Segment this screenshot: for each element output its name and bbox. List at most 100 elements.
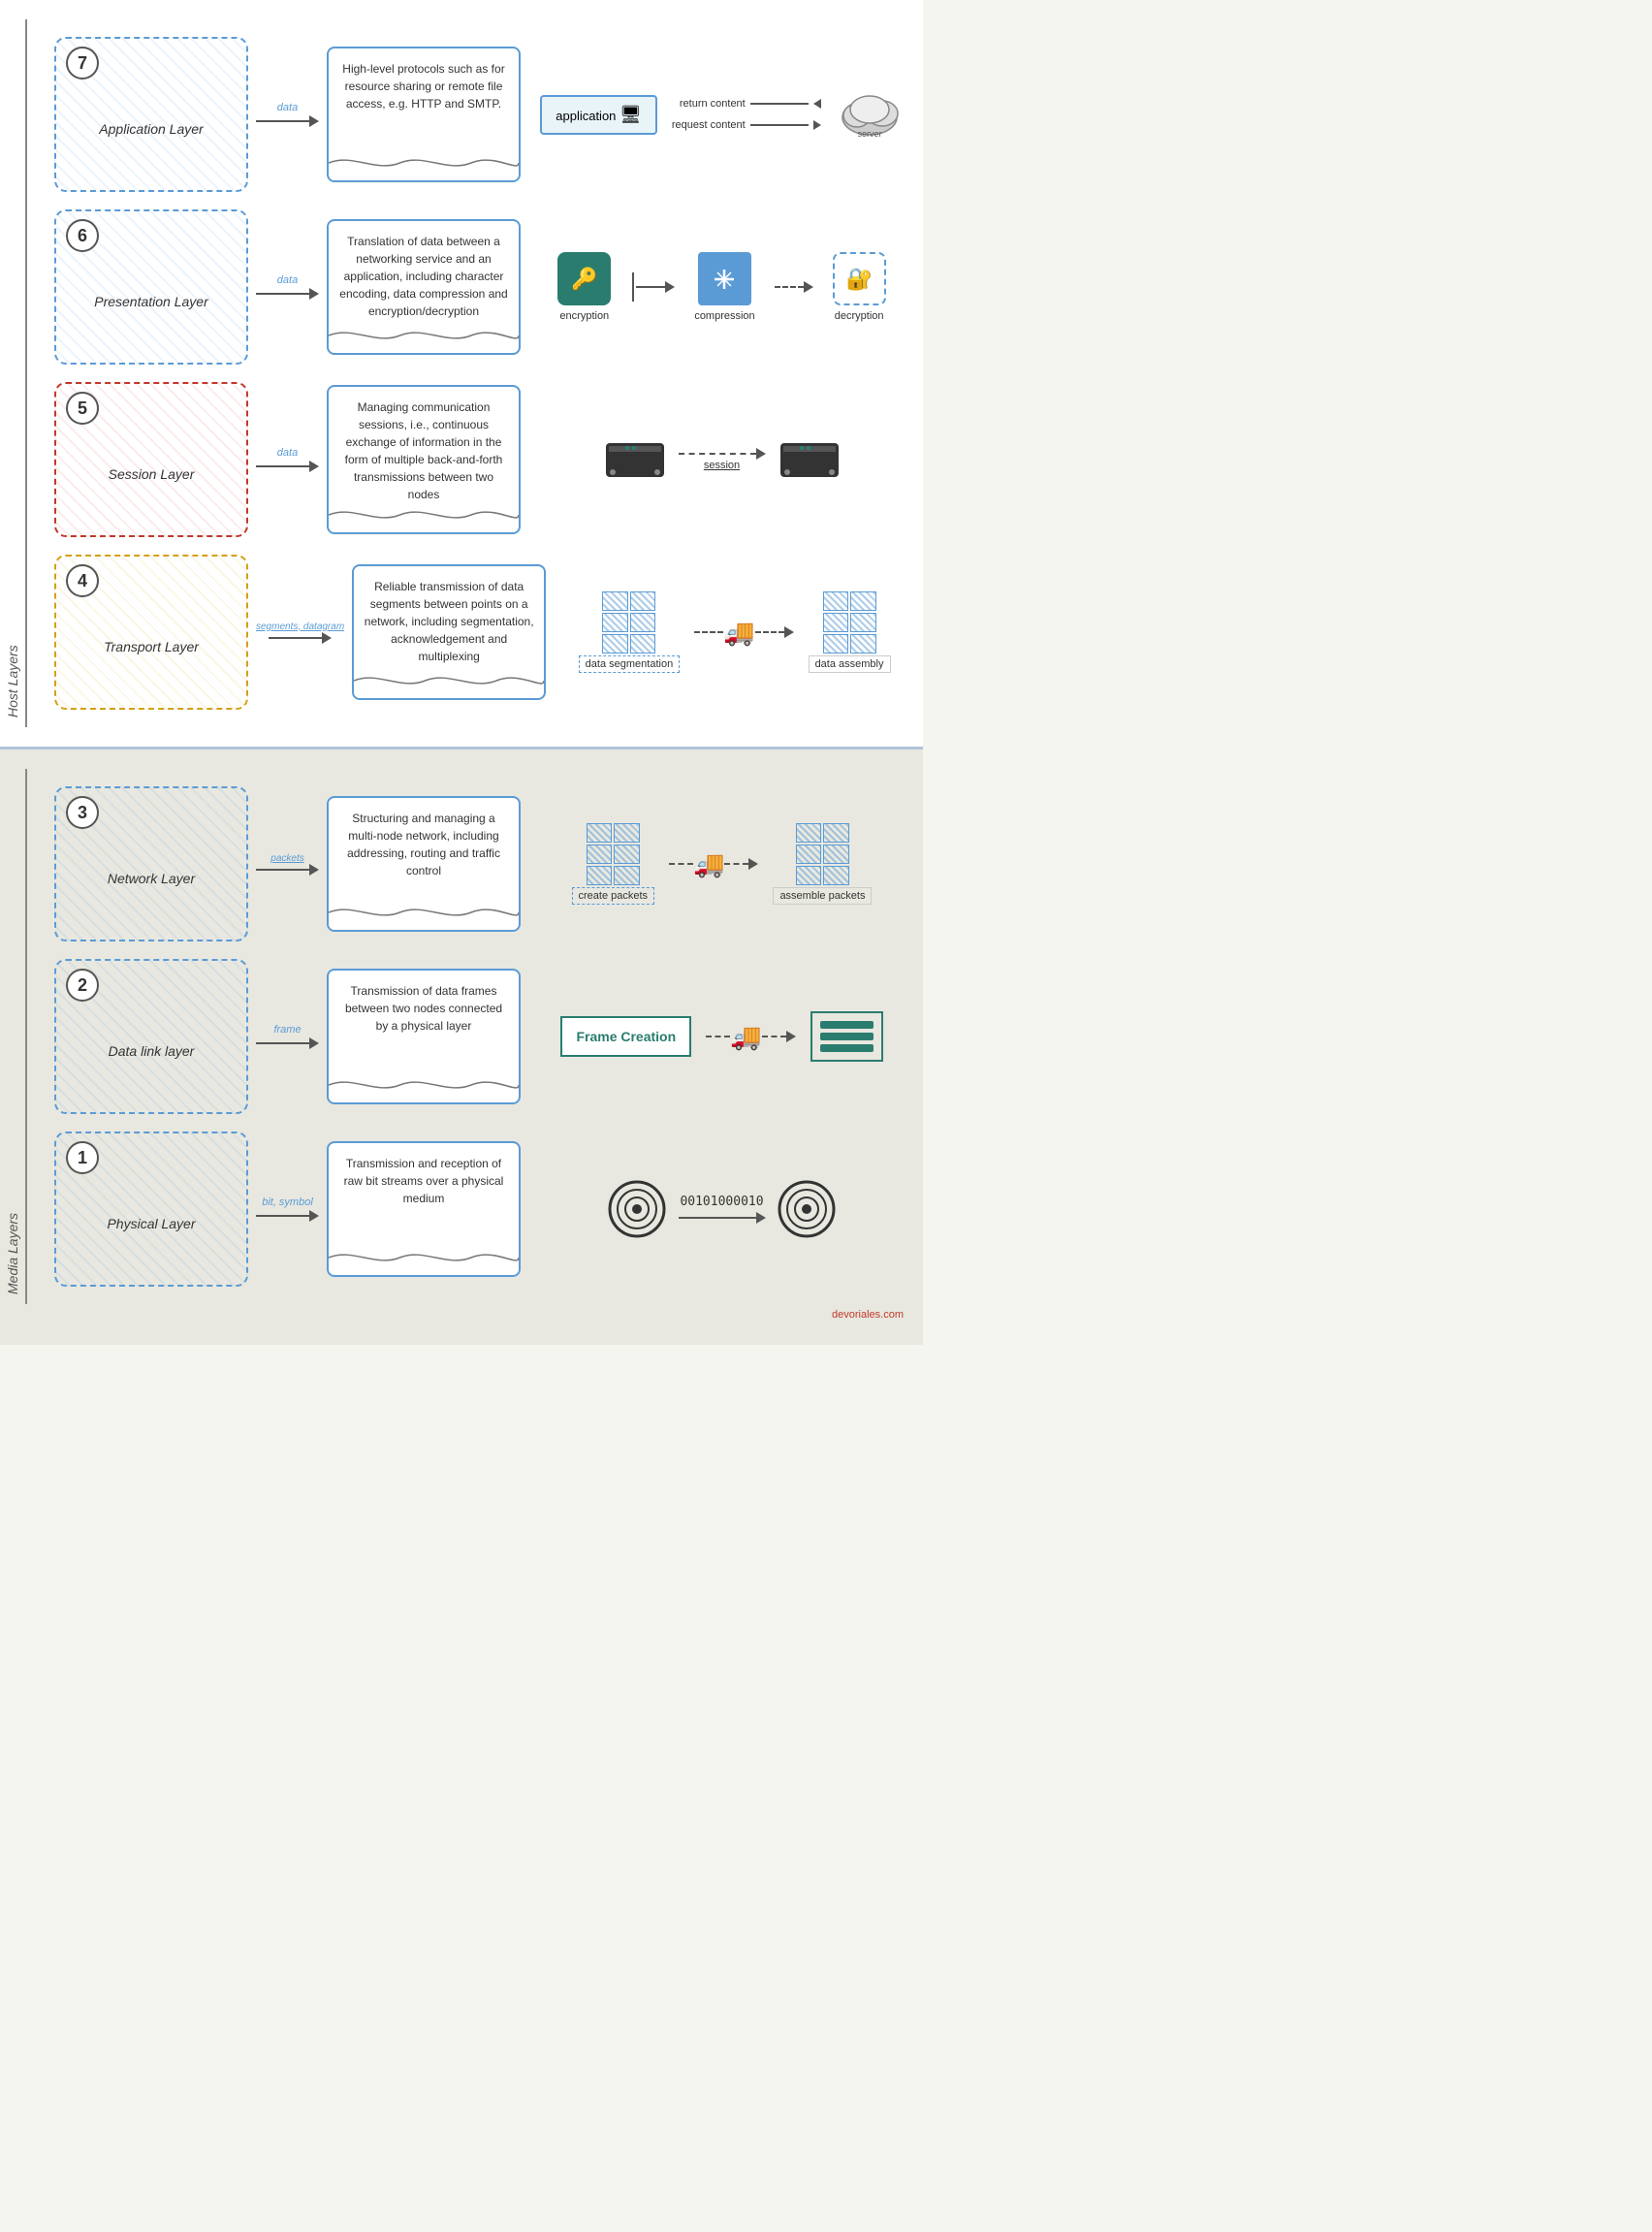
session-dashed-line bbox=[679, 453, 756, 455]
transport-arrowhead bbox=[784, 626, 794, 638]
packet-left: create packets bbox=[572, 823, 655, 905]
layer-4-arrowhead bbox=[322, 632, 332, 644]
net-dashed-2 bbox=[724, 863, 748, 865]
return-arrowhead bbox=[813, 99, 821, 109]
request-arrowhead bbox=[813, 120, 821, 130]
layer-5-name: Session Layer bbox=[109, 466, 195, 482]
physical-arrow-line bbox=[679, 1212, 766, 1224]
layer-7-box: 7 Application Layer bbox=[54, 37, 248, 192]
segment-left: data segmentation bbox=[579, 591, 681, 673]
decrypt-icon: 🔐 bbox=[833, 252, 886, 305]
layer-2-h-line bbox=[256, 1042, 309, 1044]
layer-1-diagram: 00101000010 bbox=[540, 1178, 904, 1241]
layer-1-name: Physical Layer bbox=[107, 1216, 195, 1231]
compress-icon bbox=[698, 252, 751, 305]
layer-1-num: 1 bbox=[66, 1141, 99, 1174]
layer-7-arrow: data bbox=[256, 102, 319, 127]
layer-3-desc: Structuring and managing a multi-node ne… bbox=[327, 796, 521, 932]
layer-6-num: 6 bbox=[66, 219, 99, 252]
physical-line bbox=[679, 1217, 756, 1219]
layer-4-name: Transport Layer bbox=[104, 639, 199, 654]
network-arrow: 🚚 bbox=[669, 849, 758, 879]
coil-right-icon bbox=[776, 1178, 839, 1241]
seg-label-left: data segmentation bbox=[579, 655, 681, 673]
pkt-block bbox=[587, 866, 613, 885]
server-cloud-icon: server bbox=[836, 88, 904, 142]
pkt-block bbox=[614, 823, 640, 843]
layer-2-diagram: Frame Creation 🚚 bbox=[540, 1011, 904, 1062]
return-line bbox=[750, 103, 809, 105]
layer-2-name: Data link layer bbox=[109, 1043, 195, 1059]
layer-2-desc: Transmission of data frames between two … bbox=[327, 969, 521, 1104]
layer-1-arrow: bit, symbol bbox=[256, 1196, 319, 1222]
dl-dashed-2 bbox=[762, 1036, 786, 1037]
pkt-label-left: create packets bbox=[572, 887, 655, 905]
layer-6-name: Presentation Layer bbox=[94, 294, 208, 309]
layer-3-arrow-line bbox=[256, 864, 319, 876]
transport-dashed-2 bbox=[755, 631, 784, 633]
seg-block bbox=[630, 634, 656, 654]
layer-7-num: 7 bbox=[66, 47, 99, 80]
layer-5-desc: Managing communication sessions, i.e., c… bbox=[327, 385, 521, 534]
top-section: Host Layers 7 Application Layer data Hig… bbox=[0, 0, 923, 749]
request-arrow: request content bbox=[672, 119, 821, 131]
layer-7-desc: High-level protocols such as for resourc… bbox=[327, 47, 521, 182]
session-server-right bbox=[776, 438, 843, 482]
pkt-label-right: assemble packets bbox=[773, 887, 872, 905]
layer-2-num: 2 bbox=[66, 969, 99, 1002]
return-arrow: return content bbox=[672, 98, 821, 110]
layer-5-box: 5 Session Layer bbox=[54, 382, 248, 537]
transport-arrow-line: 🚚 bbox=[694, 618, 793, 648]
layer-7-row: 7 Application Layer data High-level prot… bbox=[35, 37, 923, 192]
layer-4-arrow: segments, datagram bbox=[256, 622, 344, 644]
datalink-diagram: Frame Creation 🚚 bbox=[560, 1011, 882, 1062]
layer-3-box: 3 Network Layer bbox=[54, 786, 248, 941]
layer-5-row: 5 Session Layer data Managing communicat… bbox=[35, 382, 923, 537]
layer-4-data-label: segments, datagram bbox=[256, 622, 344, 632]
layer-6-diagram: 🔑 encryption bbox=[540, 252, 904, 322]
layer-6-desc: Translation of data between a networking… bbox=[327, 219, 521, 355]
layer-5-arrow: data bbox=[256, 447, 319, 472]
pres-arrowhead-2 bbox=[804, 281, 813, 293]
credit-text: devoriales.com bbox=[0, 1304, 923, 1325]
encrypt-label: encryption bbox=[559, 310, 609, 322]
bottom-section: Media Layers 3 Network Layer packets Str… bbox=[0, 749, 923, 1345]
session-arrowhead bbox=[756, 448, 766, 460]
segment-grid-right bbox=[823, 591, 876, 654]
layer-1-h-line bbox=[256, 1215, 309, 1217]
media-rows-content: 3 Network Layer packets Structuring and … bbox=[35, 769, 923, 1304]
pkt-block bbox=[796, 823, 822, 843]
layer-7-arrow-line bbox=[256, 115, 319, 127]
bit-stream-label: 00101000010 bbox=[680, 1195, 763, 1209]
pkt-block bbox=[614, 845, 640, 864]
seg-block bbox=[823, 591, 849, 611]
return-label: return content bbox=[680, 98, 746, 110]
layer-4-box: 4 Transport Layer bbox=[54, 555, 248, 710]
layer-1-row: 1 Physical Layer bit, symbol Transmissio… bbox=[35, 1132, 923, 1287]
layer-1-box: 1 Physical Layer bbox=[54, 1132, 248, 1287]
transport-diagram: data segmentation 🚚 bbox=[579, 591, 891, 673]
packet-right: assemble packets bbox=[773, 823, 872, 905]
layer-4-h-line bbox=[269, 637, 322, 639]
seg-block bbox=[823, 613, 849, 632]
pkt-block bbox=[796, 845, 822, 864]
host-layers-label: Host Layers bbox=[0, 19, 27, 727]
pkt-block bbox=[796, 866, 822, 885]
pkt-block bbox=[587, 845, 613, 864]
transport-arrow: 🚚 bbox=[694, 618, 793, 648]
layer-4-desc: Reliable transmission of data segments b… bbox=[352, 564, 546, 700]
host-rows-content: 7 Application Layer data High-level prot… bbox=[35, 19, 923, 727]
stack-line-3 bbox=[820, 1044, 874, 1052]
host-layers-group: Host Layers 7 Application Layer data Hig… bbox=[0, 19, 923, 727]
layer-1-arrow-line bbox=[256, 1210, 319, 1222]
transport-dashed-1 bbox=[694, 631, 723, 633]
layer-6-row: 6 Presentation Layer data Translation of… bbox=[35, 209, 923, 365]
layer-7-name: Application Layer bbox=[99, 121, 203, 137]
layer-3-name: Network Layer bbox=[108, 871, 195, 886]
encrypt-icon: 🔑 bbox=[557, 252, 611, 305]
seg-label-right: data assembly bbox=[809, 655, 891, 673]
pres-diagram: 🔑 encryption bbox=[557, 252, 885, 322]
layer-4-diagram: data segmentation 🚚 bbox=[565, 591, 904, 673]
pkt-block bbox=[823, 866, 849, 885]
request-label: request content bbox=[672, 119, 746, 131]
